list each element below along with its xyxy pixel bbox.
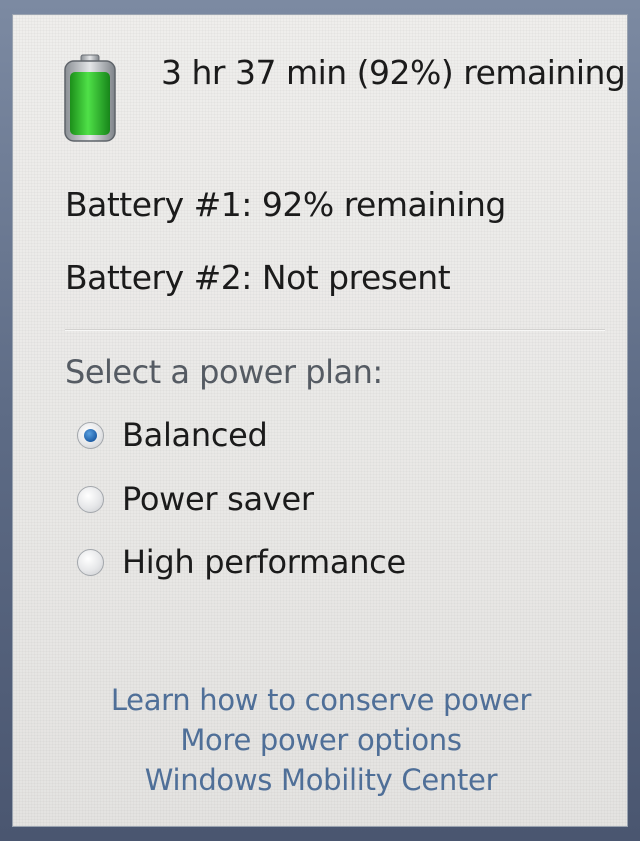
- battery-charge-fill: [70, 72, 110, 135]
- power-plan-balanced[interactable]: Balanced: [77, 413, 268, 457]
- radio-label-balanced: Balanced: [122, 416, 268, 454]
- power-plan-high-performance[interactable]: High performance: [77, 540, 406, 584]
- radio-power-saver[interactable]: [77, 485, 104, 513]
- battery-2-status: Battery #2: Not present: [65, 258, 451, 297]
- radio-label-power-saver: Power saver: [122, 480, 314, 518]
- battery-flyout-panel: 3 hr 37 min (92%) remaining Battery #1: …: [12, 14, 628, 827]
- battery-icon: [64, 54, 116, 142]
- radio-label-high-performance: High performance: [122, 543, 406, 581]
- battery-1-status: Battery #1: 92% remaining: [65, 185, 506, 224]
- divider: [65, 329, 605, 330]
- more-power-options-link[interactable]: More power options: [13, 723, 629, 757]
- window-frame: 3 hr 37 min (92%) remaining Battery #1: …: [0, 0, 640, 841]
- radio-balanced[interactable]: [77, 421, 104, 449]
- radio-high-performance[interactable]: [77, 548, 104, 576]
- power-plan-power-saver[interactable]: Power saver: [77, 477, 314, 521]
- battery-summary: 3 hr 37 min (92%) remaining: [161, 53, 626, 92]
- power-plan-heading: Select a power plan:: [65, 353, 383, 391]
- learn-conserve-power-link[interactable]: Learn how to conserve power: [13, 683, 629, 717]
- windows-mobility-center-link[interactable]: Windows Mobility Center: [13, 763, 629, 797]
